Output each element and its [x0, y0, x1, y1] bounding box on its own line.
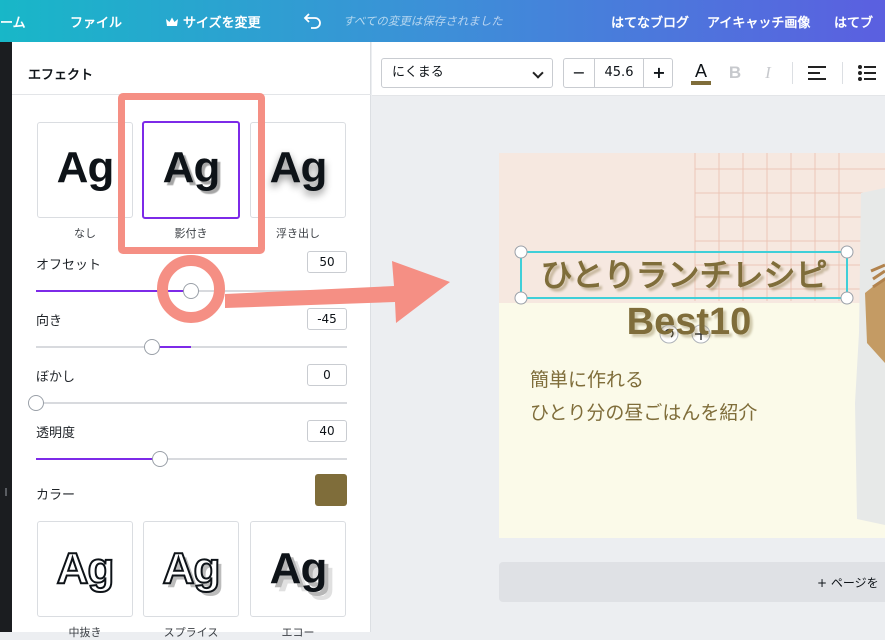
- offset-value[interactable]: 50: [307, 251, 347, 273]
- effect-sample: Ag: [162, 543, 222, 594]
- transparency-slider-thumb[interactable]: [152, 451, 168, 467]
- offset-label: オフセット: [36, 258, 102, 273]
- highlight-circle: [157, 255, 225, 323]
- resize-label: サイズを変更: [183, 16, 261, 31]
- doc-link-hatena-blog[interactable]: はてなブログ: [611, 12, 689, 31]
- effect-sample: Ag: [269, 544, 328, 593]
- chevron-down-icon: [532, 67, 544, 79]
- color-label: カラー: [36, 488, 76, 503]
- toolbar-divider: [792, 62, 793, 84]
- effect-echo-label: エコー: [281, 626, 315, 639]
- design-page[interactable]: ひとりランチレシピ Best10 簡単に作れる ひとり分の昼ごはんを紹介: [499, 153, 885, 538]
- increase-size-button[interactable]: +: [644, 59, 674, 87]
- save-status: すべての変更は保存されました: [343, 14, 503, 28]
- transparency-label: 透明度: [36, 426, 76, 441]
- effect-sample: Ag: [56, 543, 116, 594]
- effect-splice-label: スプライス: [163, 626, 219, 639]
- design-subtitle[interactable]: Best10: [589, 301, 789, 344]
- toolbar-divider: [842, 62, 843, 84]
- doc-link-hatebu[interactable]: はてブ: [834, 12, 873, 31]
- align-left-icon[interactable]: [808, 66, 826, 80]
- italic-button[interactable]: I: [755, 60, 781, 86]
- panel-header: エフェクト: [12, 42, 371, 95]
- design-background: [499, 153, 885, 538]
- design-line-2[interactable]: ひとり分の昼ごはんを紹介: [530, 398, 757, 425]
- add-page-button[interactable]: + ページを: [499, 562, 885, 602]
- blur-slider-track[interactable]: [36, 402, 347, 404]
- home-link[interactable]: ーム: [0, 12, 26, 31]
- highlight-box: [118, 93, 265, 254]
- resize-button[interactable]: サイズを変更: [166, 12, 261, 31]
- blur-slider-thumb[interactable]: [28, 395, 44, 411]
- transparency-value[interactable]: 40: [307, 420, 347, 442]
- font-select[interactable]: にくまる: [381, 58, 553, 88]
- effect-echo-card[interactable]: Ag: [250, 521, 346, 617]
- file-menu[interactable]: ファイル: [70, 12, 122, 31]
- font-size-stepper[interactable]: − 45.6 +: [563, 58, 673, 88]
- design-line-1[interactable]: 簡単に作れる: [530, 365, 644, 392]
- side-rail: [0, 42, 12, 632]
- direction-slider-thumb[interactable]: [144, 339, 160, 355]
- design-title[interactable]: ひとりランチレシピ: [521, 252, 847, 298]
- blur-label: ぼかし: [36, 370, 76, 385]
- doc-link-eyecatch[interactable]: アイキャッチ画像: [707, 12, 810, 31]
- text-toolbar: にくまる − 45.6 + A B I: [372, 42, 885, 96]
- blur-value[interactable]: 0: [307, 364, 347, 386]
- add-page-label: + ページを: [817, 576, 879, 590]
- shadow-color-swatch[interactable]: [315, 474, 347, 506]
- bold-button[interactable]: B: [722, 60, 748, 86]
- effect-hollow-label: 中抜き: [68, 626, 102, 639]
- effect-splice-card[interactable]: Ag: [143, 521, 239, 617]
- undo-icon[interactable]: [303, 10, 323, 30]
- direction-slider-track[interactable]: [36, 346, 347, 348]
- direction-label: 向き: [36, 314, 63, 329]
- rail-marker: [5, 488, 7, 496]
- transparency-slider-fill: [36, 458, 160, 460]
- text-color-icon: A: [694, 61, 707, 81]
- effect-hollow-card[interactable]: Ag: [37, 521, 133, 617]
- crown-icon: [166, 17, 178, 26]
- decrease-size-button[interactable]: −: [564, 59, 594, 87]
- bullet-list-icon[interactable]: [858, 65, 876, 81]
- effects-panel: エフェクト Ag なし Ag 影付き Ag 浮き出し オフセット 50 向き -…: [12, 42, 371, 639]
- font-size-input[interactable]: 45.6: [594, 59, 644, 87]
- effect-sample: Ag: [269, 143, 328, 192]
- font-name: にくまる: [392, 65, 444, 80]
- direction-value[interactable]: -45: [307, 308, 347, 330]
- text-color-button[interactable]: A: [688, 58, 714, 85]
- text-color-bar: [691, 81, 711, 85]
- top-bar: ーム ファイル サイズを変更 すべての変更は保存されました はてなブログ アイキ…: [0, 0, 885, 42]
- panel-title: エフェクト: [28, 68, 94, 83]
